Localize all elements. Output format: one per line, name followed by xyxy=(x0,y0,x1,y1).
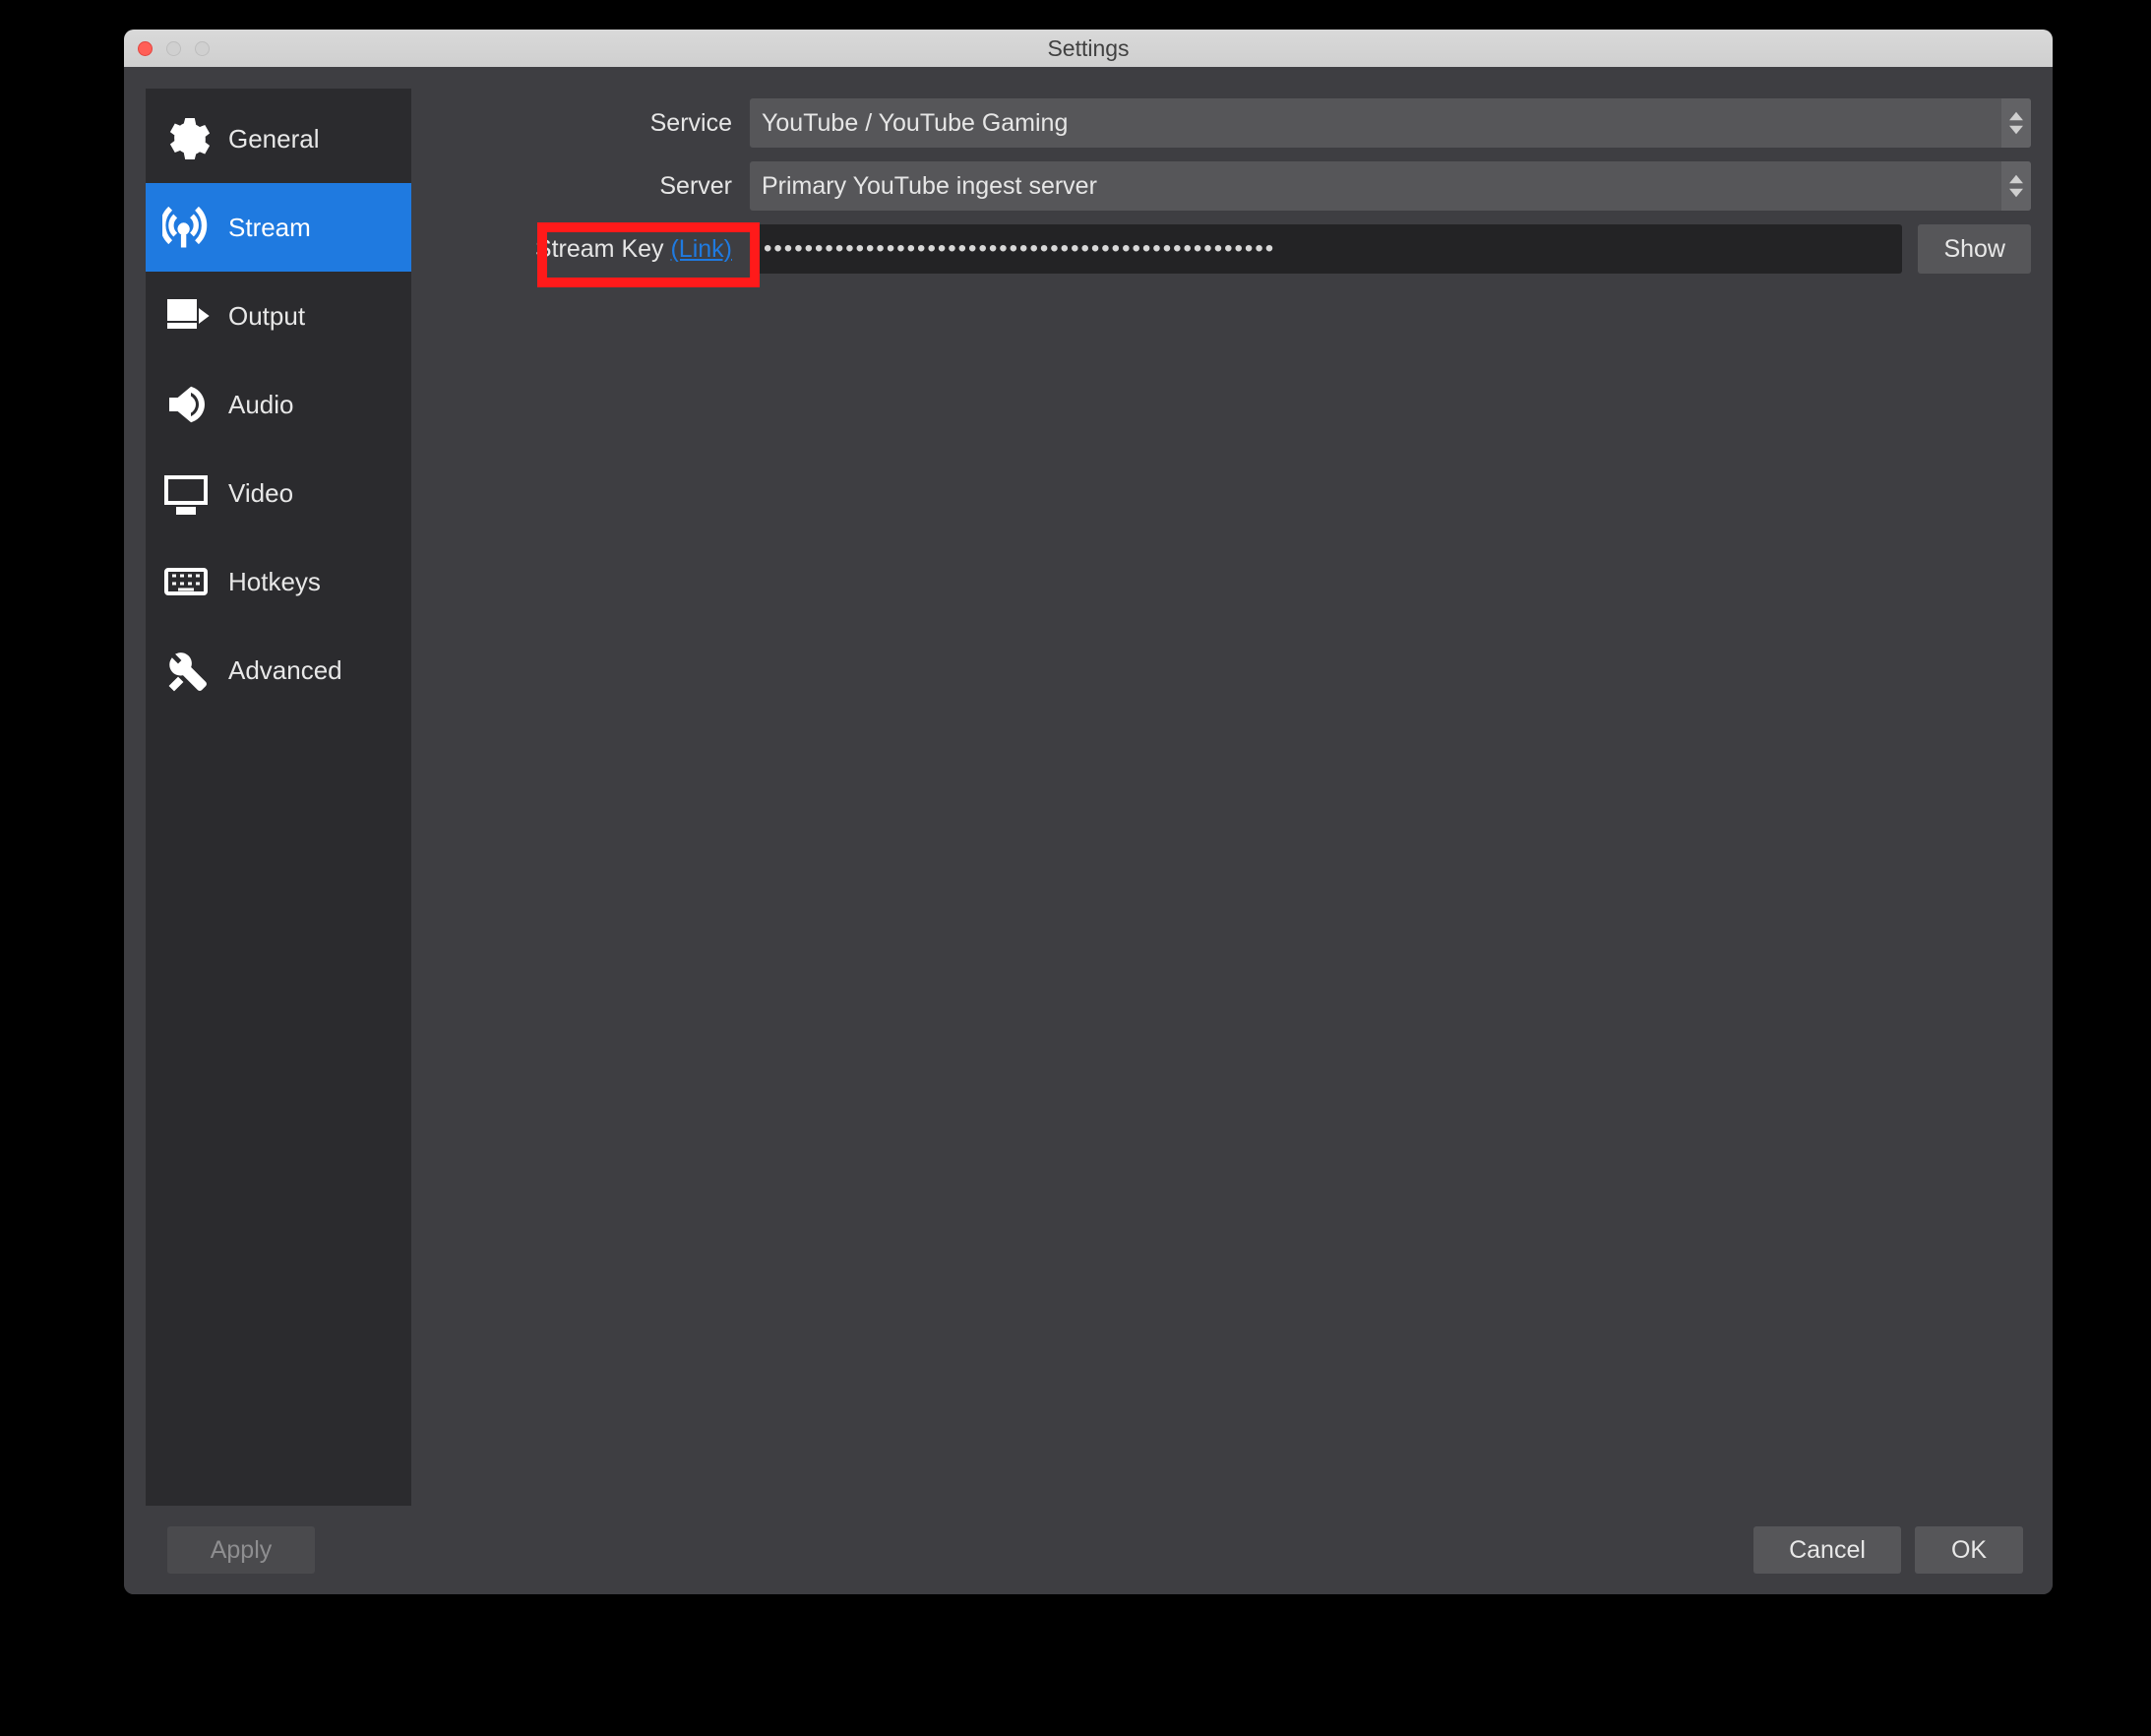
sidebar-item-label: Video xyxy=(228,478,293,509)
stream-key-input[interactable]: ••••••••••••••••••••••••••••••••••••••••… xyxy=(750,224,1902,274)
sidebar-item-label: Output xyxy=(228,301,305,332)
sidebar-item-label: Stream xyxy=(228,213,311,243)
output-icon xyxy=(159,289,213,342)
dialog-footer: Apply Cancel OK xyxy=(124,1506,2053,1594)
stream-key-link[interactable]: (Link) xyxy=(670,235,732,263)
server-value: Primary YouTube ingest server xyxy=(762,172,1097,201)
monitor-icon xyxy=(159,466,213,520)
chevron-updown-icon xyxy=(2001,161,2031,211)
stream-key-label: Stream Key (Link) xyxy=(435,235,750,264)
sidebar-item-hotkeys[interactable]: Hotkeys xyxy=(146,537,411,626)
cancel-button[interactable]: Cancel xyxy=(1753,1526,1901,1574)
server-select[interactable]: Primary YouTube ingest server xyxy=(750,161,2031,211)
sidebar-item-video[interactable]: Video xyxy=(146,449,411,537)
sidebar-item-label: Hotkeys xyxy=(228,567,321,597)
stream-key-label-text: Stream Key xyxy=(535,235,664,263)
settings-panel: Service YouTube / YouTube Gaming Server xyxy=(435,89,2031,1506)
window-title: Settings xyxy=(124,35,2053,62)
keyboard-icon xyxy=(159,555,213,608)
sidebar-item-label: Audio xyxy=(228,390,294,420)
server-label: Server xyxy=(435,172,750,201)
service-value: YouTube / YouTube Gaming xyxy=(762,109,1068,138)
speaker-icon xyxy=(159,378,213,431)
sidebar-item-stream[interactable]: Stream xyxy=(146,183,411,272)
apply-button[interactable]: Apply xyxy=(167,1526,315,1574)
titlebar: Settings xyxy=(124,30,2053,67)
ok-button[interactable]: OK xyxy=(1915,1526,2023,1574)
service-label: Service xyxy=(435,109,750,138)
chevron-updown-icon xyxy=(2001,98,2031,148)
tools-icon xyxy=(159,644,213,697)
settings-window: Settings General Stream xyxy=(124,30,2053,1594)
sidebar-item-general[interactable]: General xyxy=(146,94,411,183)
broadcast-icon xyxy=(159,201,213,254)
sidebar-item-advanced[interactable]: Advanced xyxy=(146,626,411,714)
gear-icon xyxy=(159,112,213,165)
sidebar-item-label: Advanced xyxy=(228,655,342,686)
show-stream-key-button[interactable]: Show xyxy=(1918,224,2031,274)
settings-sidebar: General Stream Output xyxy=(146,89,411,1506)
sidebar-item-audio[interactable]: Audio xyxy=(146,360,411,449)
sidebar-item-label: General xyxy=(228,124,320,155)
sidebar-item-output[interactable]: Output xyxy=(146,272,411,360)
stream-key-value: ••••••••••••••••••••••••••••••••••••••••… xyxy=(764,235,1275,263)
service-select[interactable]: YouTube / YouTube Gaming xyxy=(750,98,2031,148)
